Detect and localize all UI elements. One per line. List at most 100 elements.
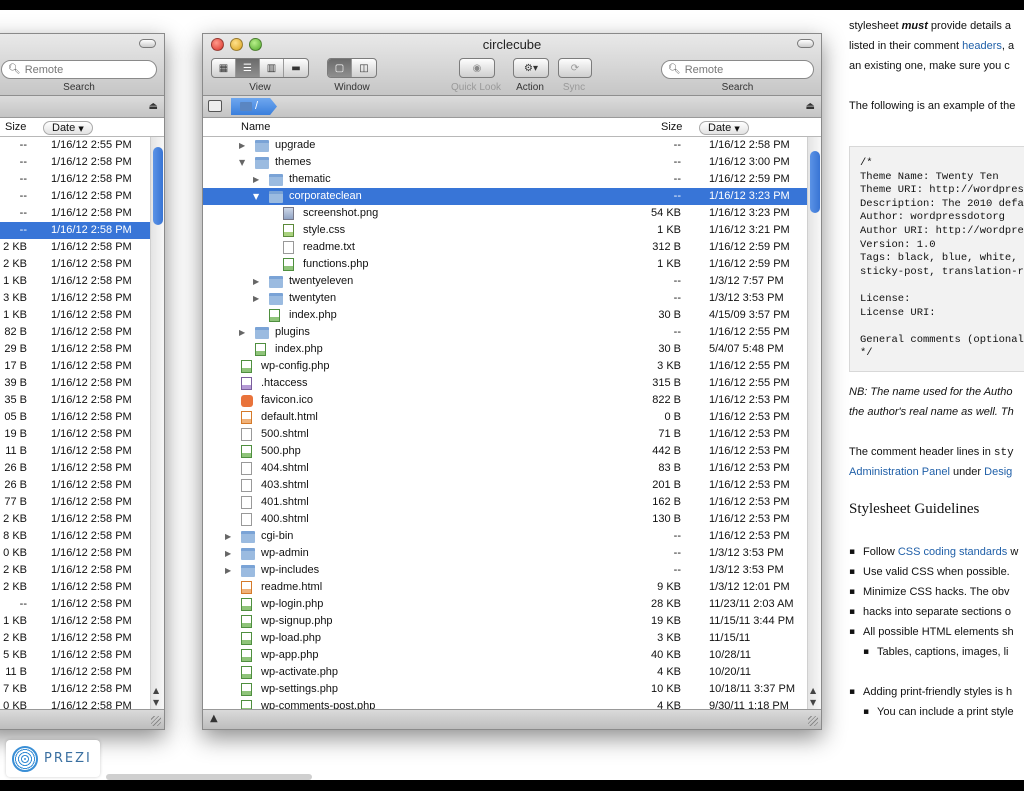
table-row[interactable]: ▶ wp-includes -- 1/3/12 3:53 PM xyxy=(203,562,807,579)
table-row[interactable]: wp-settings.php 10 KB 10/18/11 3:37 PM xyxy=(203,681,807,698)
table-row[interactable]: 82 B 1/16/12 2:58 PM xyxy=(0,324,150,341)
table-row[interactable]: -- 1/16/12 2:58 PM xyxy=(0,222,150,239)
main-vertical-scrollbar[interactable]: ▲ ▼ xyxy=(807,137,821,709)
table-row[interactable]: ▼ themes -- 1/16/12 3:00 PM xyxy=(203,154,807,171)
table-row[interactable]: 2 KB 1/16/12 2:58 PM xyxy=(0,562,150,579)
disclosure-triangle-icon[interactable]: ▶ xyxy=(225,528,235,545)
toolbar-toggle-button[interactable] xyxy=(797,39,814,48)
table-row[interactable]: 400.shtml 130 B 1/16/12 2:53 PM xyxy=(203,511,807,528)
table-row[interactable]: -- 1/16/12 2:58 PM xyxy=(0,171,150,188)
table-row[interactable]: wp-login.php 28 KB 11/23/11 2:03 AM xyxy=(203,596,807,613)
disclosure-triangle-icon[interactable]: ▶ xyxy=(239,137,249,154)
table-row[interactable]: ▶ twentyeleven -- 1/3/12 7:57 PM xyxy=(203,273,807,290)
action-menu-button[interactable]: ⚙▾ xyxy=(513,58,549,78)
scroll-up-arrow[interactable]: ▲ xyxy=(810,686,816,695)
scroll-down-arrow[interactable]: ▼ xyxy=(153,698,159,707)
table-row[interactable]: 0 KB 1/16/12 2:58 PM xyxy=(0,698,150,709)
table-row[interactable]: 77 B 1/16/12 2:58 PM xyxy=(0,494,150,511)
table-row[interactable]: 403.shtml 201 B 1/16/12 2:53 PM xyxy=(203,477,807,494)
table-row[interactable]: 3 KB 1/16/12 2:58 PM xyxy=(0,290,150,307)
scroll-thumb[interactable] xyxy=(153,147,163,225)
table-row[interactable]: wp-comments-post.php 4 KB 9/30/11 1:18 PM xyxy=(203,698,807,709)
table-row[interactable]: index.php 30 B 5/4/07 5:48 PM xyxy=(203,341,807,358)
disclosure-triangle-icon[interactable]: ▼ xyxy=(239,154,249,171)
table-row[interactable]: 500.shtml 71 B 1/16/12 2:53 PM xyxy=(203,426,807,443)
table-row[interactable]: .htaccess 315 B 1/16/12 2:55 PM xyxy=(203,375,807,392)
table-row[interactable]: default.html 0 B 1/16/12 2:53 PM xyxy=(203,409,807,426)
table-row[interactable]: 1 KB 1/16/12 2:58 PM xyxy=(0,307,150,324)
table-row[interactable]: -- 1/16/12 2:58 PM xyxy=(0,188,150,205)
scroll-down-arrow[interactable]: ▼ xyxy=(810,698,816,707)
disclosure-triangle-icon[interactable]: ▶ xyxy=(225,545,235,562)
disclosure-triangle-icon[interactable]: ▼ xyxy=(253,188,263,205)
table-row[interactable]: 11 B 1/16/12 2:58 PM xyxy=(0,443,150,460)
table-row[interactable]: 29 B 1/16/12 2:58 PM xyxy=(0,341,150,358)
prezi-badge[interactable]: PREZI xyxy=(6,740,100,777)
path-crumb-root[interactable]: / xyxy=(231,98,277,115)
column-view-icon[interactable]: ▥ xyxy=(260,59,284,77)
table-row[interactable]: wp-config.php 3 KB 1/16/12 2:55 PM xyxy=(203,358,807,375)
resize-grip[interactable] xyxy=(151,716,161,726)
table-row[interactable]: wp-signup.php 19 KB 11/15/11 3:44 PM xyxy=(203,613,807,630)
single-pane-icon[interactable]: ▢ xyxy=(328,59,352,77)
table-row[interactable]: ▶ upgrade -- 1/16/12 2:58 PM xyxy=(203,137,807,154)
left-vertical-scrollbar[interactable]: ▲ ▼ xyxy=(150,137,164,709)
col-size[interactable]: Size xyxy=(5,121,26,133)
dual-pane-icon[interactable]: ◫ xyxy=(352,59,376,77)
server-tray-icon[interactable] xyxy=(208,100,222,112)
table-row[interactable]: screenshot.png 54 KB 1/16/12 3:23 PM xyxy=(203,205,807,222)
table-row[interactable]: 1 KB 1/16/12 2:58 PM xyxy=(0,273,150,290)
table-row[interactable]: 17 B 1/16/12 2:58 PM xyxy=(0,358,150,375)
administration-panel-link[interactable]: Administration Panel xyxy=(849,466,950,478)
table-row[interactable]: readme.txt 312 B 1/16/12 2:59 PM xyxy=(203,239,807,256)
disclosure-triangle-icon[interactable]: ▶ xyxy=(253,273,263,290)
table-row[interactable]: 39 B 1/16/12 2:58 PM xyxy=(0,375,150,392)
design-link[interactable]: Desig xyxy=(984,466,1012,478)
table-row[interactable]: 11 B 1/16/12 2:58 PM xyxy=(0,664,150,681)
table-row[interactable]: -- 1/16/12 2:55 PM xyxy=(0,137,150,154)
sync-button[interactable]: ⟳ xyxy=(558,58,592,78)
disclosure-triangle-icon[interactable]: ▶ xyxy=(253,290,263,307)
table-row[interactable]: wp-activate.php 4 KB 10/20/11 xyxy=(203,664,807,681)
table-row[interactable]: 2 KB 1/16/12 2:58 PM xyxy=(0,511,150,528)
quick-look-button[interactable]: ◉ xyxy=(459,58,495,78)
table-row[interactable]: readme.html 9 KB 1/3/12 12:01 PM xyxy=(203,579,807,596)
table-row[interactable]: 35 B 1/16/12 2:58 PM xyxy=(0,392,150,409)
table-row[interactable]: wp-app.php 40 KB 10/28/11 xyxy=(203,647,807,664)
left-search-field[interactable]: 🔍︎ Remote xyxy=(1,60,157,79)
table-row[interactable]: -- 1/16/12 2:58 PM xyxy=(0,205,150,222)
table-row[interactable]: ▶ plugins -- 1/16/12 2:55 PM xyxy=(203,324,807,341)
headers-link[interactable]: headers xyxy=(962,40,1002,52)
table-row[interactable]: 0 KB 1/16/12 2:58 PM xyxy=(0,545,150,562)
table-row[interactable]: ▶ thematic -- 1/16/12 2:59 PM xyxy=(203,171,807,188)
go-up-icon[interactable]: ▲ xyxy=(210,713,218,724)
eject-icon[interactable]: ⏏ xyxy=(806,101,815,112)
table-row[interactable]: ▶ cgi-bin -- 1/16/12 2:53 PM xyxy=(203,528,807,545)
table-row[interactable]: -- 1/16/12 2:58 PM xyxy=(0,596,150,613)
table-row[interactable]: 05 B 1/16/12 2:58 PM xyxy=(0,409,150,426)
table-row[interactable]: functions.php 1 KB 1/16/12 2:59 PM xyxy=(203,256,807,273)
table-row[interactable]: 8 KB 1/16/12 2:58 PM xyxy=(0,528,150,545)
eject-icon[interactable]: ⏏ xyxy=(149,101,158,112)
table-row[interactable]: 2 KB 1/16/12 2:58 PM xyxy=(0,630,150,647)
table-row[interactable]: 2 KB 1/16/12 2:58 PM xyxy=(0,579,150,596)
disclosure-triangle-icon[interactable]: ▶ xyxy=(239,324,249,341)
col-name[interactable]: Name xyxy=(241,121,270,133)
table-row[interactable]: 5 KB 1/16/12 2:58 PM xyxy=(0,647,150,664)
table-row[interactable]: 500.php 442 B 1/16/12 2:53 PM xyxy=(203,443,807,460)
table-row[interactable]: 401.shtml 162 B 1/16/12 2:53 PM xyxy=(203,494,807,511)
table-row[interactable]: wp-load.php 3 KB 11/15/11 xyxy=(203,630,807,647)
table-row[interactable]: 19 B 1/16/12 2:58 PM xyxy=(0,426,150,443)
table-row[interactable]: 2 KB 1/16/12 2:58 PM xyxy=(0,239,150,256)
disclosure-triangle-icon[interactable]: ▶ xyxy=(225,562,235,579)
table-row[interactable]: favicon.ico 822 B 1/16/12 2:53 PM xyxy=(203,392,807,409)
coverflow-view-icon[interactable]: ▬ xyxy=(284,59,308,77)
col-size[interactable]: Size xyxy=(661,121,682,133)
table-row[interactable]: 404.shtml 83 B 1/16/12 2:53 PM xyxy=(203,460,807,477)
table-row[interactable]: -- 1/16/12 2:58 PM xyxy=(0,154,150,171)
toolbar-toggle-button[interactable] xyxy=(139,39,156,48)
list-view-icon[interactable]: ☰ xyxy=(236,59,260,77)
resize-grip[interactable] xyxy=(808,716,818,726)
table-row[interactable]: 7 KB 1/16/12 2:58 PM xyxy=(0,681,150,698)
table-row[interactable]: 1 KB 1/16/12 2:58 PM xyxy=(0,613,150,630)
